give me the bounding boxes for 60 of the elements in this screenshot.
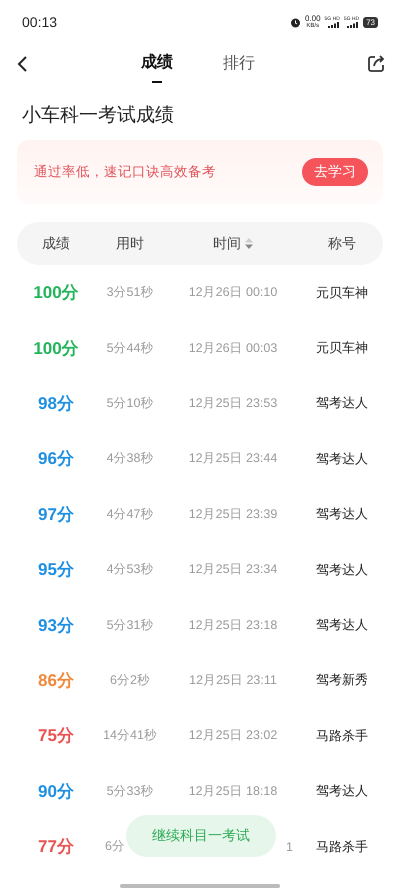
column-header: 成绩 <box>42 234 70 252</box>
score-cell-text: 75分 <box>37 725 75 748</box>
rank-cell-text: 元贝车神 <box>315 340 369 358</box>
time-cell-text: 1 <box>285 840 294 854</box>
duration-cell-text: 3分51秒 <box>106 284 154 302</box>
duration-cell-text: 4分38秒 <box>106 450 154 468</box>
score-cell-text: 98分 <box>37 392 75 415</box>
time-cell-text: 12月25日 23:11 <box>188 672 278 689</box>
speed-value: 0.00 <box>304 15 321 23</box>
duration-cell-text: 5分44秒 <box>106 340 154 357</box>
status-time: 00:13 <box>22 14 58 30</box>
score-cell-text: 100分 <box>32 282 80 304</box>
duration-cell-text: 6分 <box>104 838 126 856</box>
score-cell-text: 95分 <box>37 559 75 582</box>
time-cell-text: 12月25日 23:39 <box>188 506 278 523</box>
duration-cell-text: 5分31秒 <box>106 616 154 634</box>
duration-cell-text: 6分2秒 <box>109 672 151 689</box>
time-cell-text: 12月25日 23:02 <box>188 727 278 744</box>
time-cell-text: 12月25日 18:18 <box>188 782 278 800</box>
column-header[interactable]: 时间 <box>213 234 241 252</box>
time-cell-text: 12月25日 23:34 <box>188 561 278 578</box>
back-icon[interactable] <box>16 55 28 73</box>
score-cell-text: 100分 <box>32 338 80 360</box>
column-header: 用时 <box>116 234 144 252</box>
signal-icon <box>347 22 360 28</box>
share-icon[interactable] <box>366 54 386 74</box>
rank-cell-text: 驾考达人 <box>315 783 369 800</box>
alarm-icon <box>290 16 301 28</box>
rank-cell-text: 马路杀手 <box>315 838 369 856</box>
duration-cell-text: 5分10秒 <box>106 394 154 412</box>
rank-cell-text: 驾考达人 <box>315 506 369 524</box>
duration-cell-text: 4分47秒 <box>106 506 154 523</box>
time-cell-text: 12月26日 00:10 <box>188 284 278 302</box>
duration-cell-text: 4分53秒 <box>106 561 154 578</box>
signal-icon <box>328 22 340 28</box>
rank-cell-text: 驾考达人 <box>315 562 369 579</box>
time-cell-text: 12月26日 00:03 <box>188 340 278 357</box>
banner-text: 通过率低，速记口诀高效备考 <box>34 163 216 181</box>
score-cell-text: 90分 <box>37 780 75 803</box>
rank-cell-text: 驾考新秀 <box>315 672 369 690</box>
rank-cell-text: 马路杀手 <box>315 728 369 745</box>
time-cell-text: 12月25日 23:53 <box>188 394 278 412</box>
rank-cell-text: 元贝车神 <box>315 284 369 302</box>
duration-cell-text: 14分41秒 <box>102 727 158 744</box>
duration-cell-text: 5分33秒 <box>106 782 154 800</box>
score-cell-text: 97分 <box>37 504 75 526</box>
score-cell-text: 96分 <box>37 448 75 470</box>
time-cell-text: 12月25日 23:18 <box>188 616 278 634</box>
tab[interactable]: 排行 <box>223 48 255 85</box>
sort-icon[interactable] <box>245 238 253 249</box>
score-cell-text: 86分 <box>37 670 75 692</box>
rank-cell-text: 驾考达人 <box>315 395 369 412</box>
page-title: 小车科一考试成绩 <box>22 103 175 128</box>
time-cell-text: 12月25日 23:44 <box>188 450 278 468</box>
score-cell-text: 77分 <box>37 836 75 858</box>
battery-indicator: 73 <box>363 16 378 28</box>
score-cell-text: 93分 <box>37 614 75 637</box>
rank-cell-text: 驾考达人 <box>315 450 369 468</box>
column-header: 称号 <box>328 234 356 252</box>
rank-cell-text: 驾考达人 <box>315 617 369 634</box>
